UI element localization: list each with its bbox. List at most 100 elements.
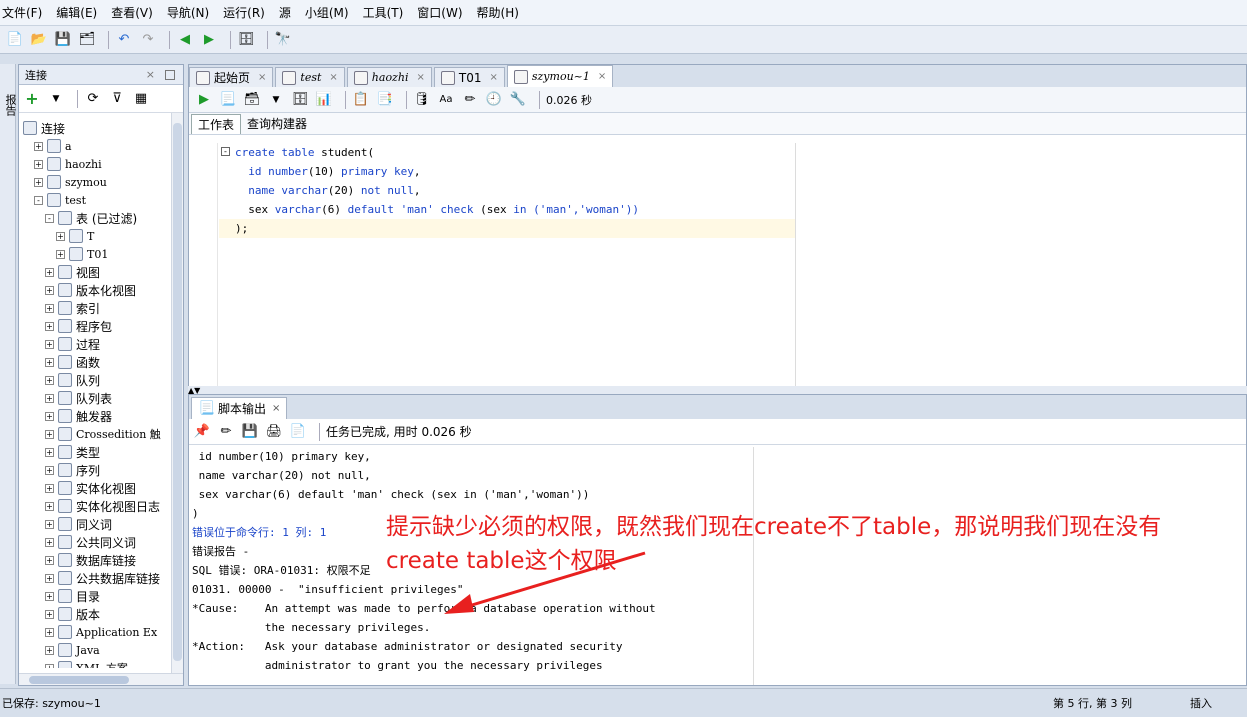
tree-node[interactable]: + XML 方案 — [45, 659, 128, 668]
pin-icon[interactable]: 📌 — [193, 423, 211, 441]
explain-plan-icon[interactable]: 📋 — [352, 91, 370, 109]
menu-item[interactable]: 运行(R) — [223, 4, 265, 21]
expand-toggle-icon[interactable]: + — [45, 501, 54, 511]
tree-node[interactable]: + 触发器 — [45, 407, 112, 425]
expand-toggle-icon[interactable]: - — [45, 213, 54, 223]
expand-toggle-icon[interactable]: + — [45, 429, 54, 439]
clear-icon[interactable]: ✏ — [461, 91, 479, 109]
schema-browser-icon[interactable]: ▦ — [132, 90, 150, 108]
tree-node[interactable]: + 版本化视图 — [45, 281, 136, 299]
dropdown-icon[interactable]: ▼ — [267, 91, 285, 109]
tree-node[interactable]: + szymou — [34, 173, 107, 191]
expand-toggle-icon[interactable]: + — [45, 627, 54, 637]
expand-toggle-icon[interactable]: - — [34, 195, 43, 205]
expand-toggle-icon[interactable]: + — [45, 411, 54, 421]
clear-output-icon[interactable]: ✏ — [217, 423, 235, 441]
forward-icon[interactable]: ▶ — [200, 31, 218, 49]
expand-toggle-icon[interactable]: + — [34, 177, 43, 187]
open-folder-icon[interactable]: 📂 — [30, 31, 48, 49]
menu-item[interactable]: 查看(V) — [111, 4, 153, 21]
tree-node[interactable]: + Java — [45, 641, 100, 659]
tree-node[interactable]: + 同义词 — [45, 515, 112, 533]
editor-tab[interactable]: szymou~1 × — [506, 65, 614, 87]
new-file-icon[interactable]: 📄 — [6, 31, 24, 49]
tree-node[interactable]: 连接 — [23, 119, 65, 137]
case-icon[interactable]: Aa — [437, 91, 455, 109]
editor-tab[interactable]: T01 × — [433, 67, 505, 87]
close-icon[interactable]: × — [146, 68, 155, 81]
menu-item[interactable]: 源 — [279, 4, 291, 21]
tree-node[interactable]: + Crossedition 触 — [45, 425, 161, 443]
filter-icon[interactable]: ⊽ — [108, 90, 126, 108]
redo-icon[interactable]: ↷ — [139, 31, 157, 49]
menu-item[interactable]: 小组(M) — [305, 4, 349, 21]
close-icon[interactable]: × — [258, 72, 266, 83]
menu-item[interactable]: 导航(N) — [167, 4, 209, 21]
tree-node[interactable]: + T — [56, 227, 94, 245]
expand-toggle-icon[interactable]: + — [34, 141, 43, 151]
tab-query-builder[interactable]: 查询构建器 — [241, 114, 313, 134]
tree-node[interactable]: - 表 (已过滤) — [45, 209, 137, 227]
minimize-icon[interactable] — [165, 69, 175, 80]
tree-node[interactable]: + 版本 — [45, 605, 100, 623]
close-icon[interactable]: × — [416, 72, 424, 83]
save-icon[interactable]: 💾 — [241, 423, 259, 441]
editor-tab[interactable]: haozhi × — [346, 67, 432, 87]
tree-node[interactable]: + 过程 — [45, 335, 100, 353]
close-icon[interactable]: × — [598, 71, 606, 82]
tools-icon[interactable]: 🔧 — [509, 91, 527, 109]
tree-node[interactable]: + 公共数据库链接 — [45, 569, 160, 587]
expand-toggle-icon[interactable]: + — [45, 537, 54, 547]
print-icon[interactable]: 🖨 — [265, 423, 283, 441]
dropdown-icon[interactable]: ▼ — [47, 90, 65, 108]
editor-tab[interactable]: test × — [275, 67, 345, 87]
editor-tab[interactable]: 起始页 × — [189, 67, 274, 87]
tree-node[interactable]: + 公共同义词 — [45, 533, 136, 551]
expand-toggle-icon[interactable]: + — [45, 519, 54, 529]
back-icon[interactable]: ◀ — [176, 31, 194, 49]
sql-editor[interactable]: create table student( id number(10) prim… — [219, 143, 796, 238]
save-all-icon[interactable]: 🗂 — [78, 31, 96, 49]
save-icon[interactable]: 💾 — [54, 31, 72, 49]
expand-toggle-icon[interactable]: + — [45, 555, 54, 565]
menu-item[interactable]: 窗口(W) — [417, 4, 462, 21]
expand-toggle-icon[interactable]: + — [56, 231, 65, 241]
tree-node[interactable]: + 数据库链接 — [45, 551, 136, 569]
tree-node[interactable]: + 实体化视图 — [45, 479, 136, 497]
rollback-icon[interactable]: 🗄 — [291, 91, 309, 109]
tree-node[interactable]: + a — [34, 137, 72, 155]
sql-icon[interactable]: 🗄 — [237, 31, 255, 49]
menu-item[interactable]: 工具(T) — [363, 4, 404, 21]
tree-horizontal-scrollbar[interactable] — [19, 673, 183, 685]
run-script-icon[interactable]: 📃 — [219, 91, 237, 109]
tree-vertical-scrollbar[interactable] — [171, 113, 183, 673]
tree-node[interactable]: + 类型 — [45, 443, 100, 461]
binoculars-icon[interactable]: 🔭 — [274, 31, 292, 49]
tree-node[interactable]: + 序列 — [45, 461, 100, 479]
expand-toggle-icon[interactable]: + — [45, 303, 54, 313]
expand-toggle-icon[interactable]: + — [45, 267, 54, 277]
tree-node[interactable]: + 程序包 — [45, 317, 112, 335]
tree-node[interactable]: + 视图 — [45, 263, 100, 281]
menu-item[interactable]: 帮助(H) — [477, 4, 519, 21]
reports-label[interactable]: 报告 — [2, 94, 18, 116]
tree-node[interactable]: + 函数 — [45, 353, 100, 371]
tree-node[interactable]: + Application Ex — [45, 623, 157, 641]
close-icon[interactable]: × — [329, 72, 337, 83]
tab-script-output[interactable]: 📃 脚本输出 × — [191, 397, 288, 419]
document-icon[interactable]: 📄 — [289, 423, 307, 441]
autotrace-icon[interactable]: 📊 — [315, 91, 333, 109]
tree-node[interactable]: + T01 — [56, 245, 108, 263]
expand-toggle-icon[interactable]: + — [56, 249, 65, 259]
expand-toggle-icon[interactable]: + — [45, 393, 54, 403]
close-icon[interactable]: × — [272, 403, 280, 414]
expand-toggle-icon[interactable]: + — [45, 321, 54, 331]
splitter[interactable]: ▲▼ — [188, 386, 1247, 395]
menu-item[interactable]: 编辑(E) — [56, 4, 97, 21]
tree-node[interactable]: + haozhi — [34, 155, 102, 173]
tree-node[interactable]: - test — [34, 191, 86, 209]
expand-toggle-icon[interactable]: + — [45, 573, 54, 583]
tree-node[interactable]: + 队列 — [45, 371, 100, 389]
menu-item[interactable]: 文件(F) — [2, 4, 42, 21]
expand-toggle-icon[interactable]: + — [45, 663, 54, 668]
